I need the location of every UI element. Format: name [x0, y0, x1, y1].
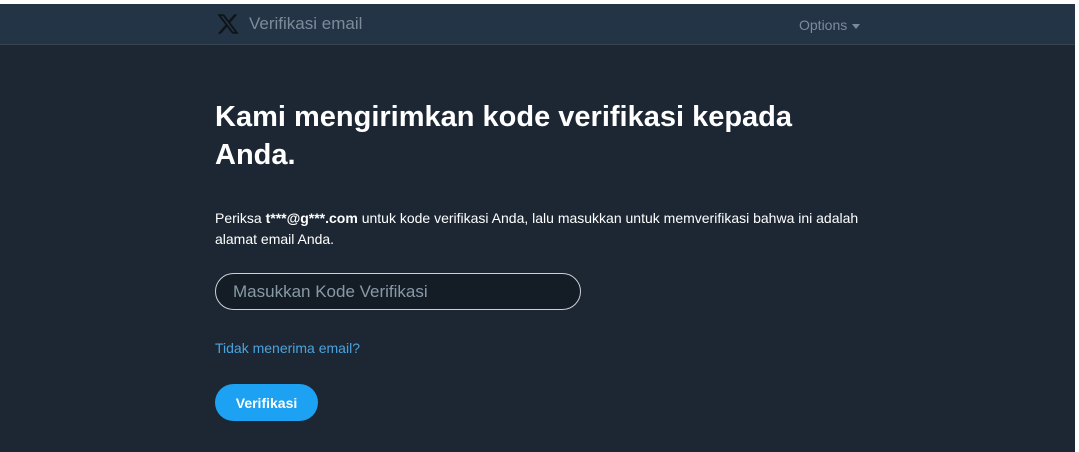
- options-menu-button[interactable]: Options: [799, 17, 861, 33]
- instruction-text: Periksa t***@g***.com untuk kode verifik…: [215, 208, 875, 250]
- verification-code-input[interactable]: [215, 273, 581, 310]
- top-bar: Verifikasi email Options: [0, 4, 1075, 45]
- app-window: Verifikasi email Options Kami mengirimka…: [0, 4, 1075, 452]
- instruction-prefix: Periksa: [215, 210, 266, 226]
- caret-down-icon: [852, 23, 861, 29]
- x-logo-icon: [217, 14, 239, 34]
- options-label: Options: [799, 17, 848, 33]
- resend-email-link[interactable]: Tidak menerima email?: [215, 340, 360, 356]
- main-heading: Kami mengirimkan kode verifikasi kepada …: [215, 101, 793, 171]
- masked-email: t***@g***.com: [265, 210, 358, 226]
- page-title: Verifikasi email: [249, 14, 363, 33]
- screen: Verifikasi email Options Kami mengirimka…: [0, 0, 1079, 452]
- verify-button[interactable]: Verifikasi: [215, 384, 318, 421]
